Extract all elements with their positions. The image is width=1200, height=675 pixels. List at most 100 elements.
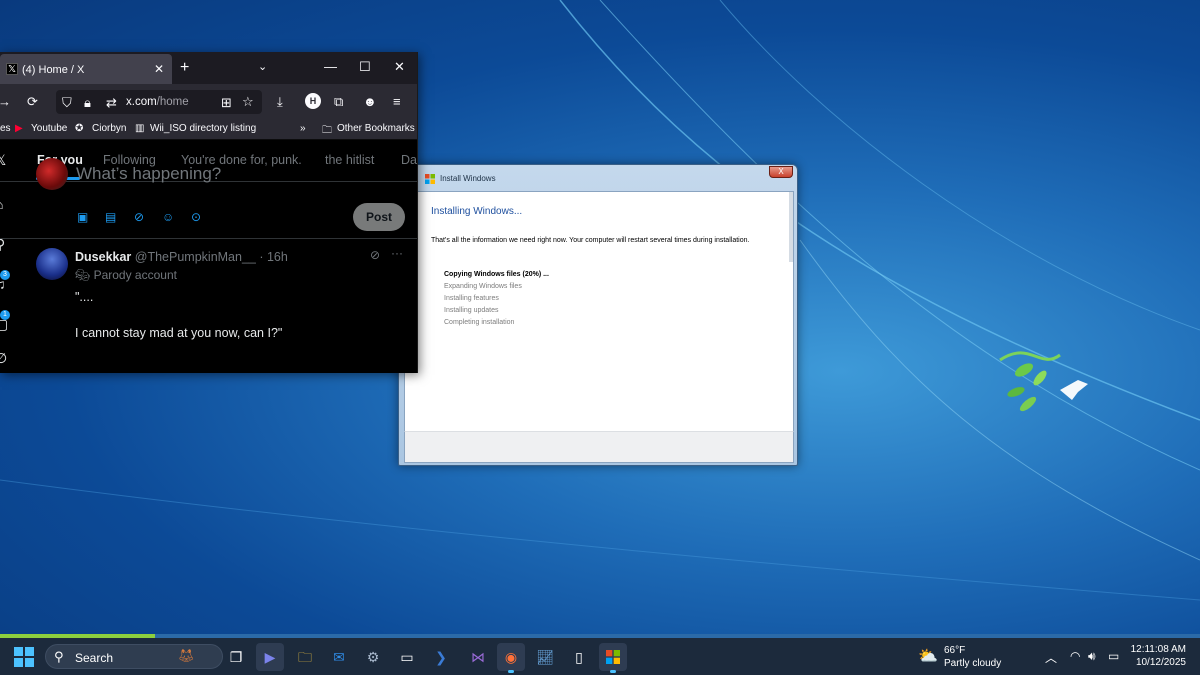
windows-setup-icon[interactable] — [599, 643, 627, 673]
post-button[interactable]: Post — [353, 203, 405, 231]
minimize-button[interactable]: — — [324, 59, 337, 74]
gif-icon[interactable]: ▤ — [105, 210, 116, 224]
install-windows-dialog: Install Windows X Installing Windows... … — [398, 164, 798, 466]
chevron-up-icon[interactable]: ︿ — [1045, 649, 1057, 666]
bookmark-star-icon[interactable]: ☆ — [242, 94, 254, 110]
x-logo-icon[interactable]: 𝕏 — [0, 152, 6, 169]
bookmark-ciorbyn[interactable]: Ciorbyn — [92, 123, 126, 134]
reload-icon[interactable]: ⟳ — [27, 94, 38, 110]
teams-icon[interactable]: ▶ — [256, 643, 284, 671]
weather-condition: Partly cloudy — [944, 658, 1002, 669]
new-tab-button[interactable]: + — [180, 59, 189, 77]
shield-icon[interactable]: ⛉ — [62, 95, 72, 111]
resource-monitor-icon[interactable]: 📈︎ — [531, 643, 559, 671]
maximize-button[interactable]: ☐ — [359, 59, 371, 75]
search-label: Search — [75, 651, 114, 665]
start-button[interactable] — [14, 647, 34, 667]
compose-input[interactable]: What’s happening? — [76, 164, 221, 184]
install-heading: Installing Windows... — [431, 206, 523, 217]
youtube-icon: ▶ — [15, 123, 23, 134]
search-highlight-icon: 🦊︎ — [178, 648, 195, 663]
extension-mascot-icon[interactable]: ☻ — [363, 94, 377, 109]
powershell-icon[interactable]: ❯ — [427, 643, 455, 671]
avatar[interactable] — [36, 248, 68, 280]
browser-tab-home[interactable]: 𝕏 (4) Home / X ✕ — [0, 54, 172, 84]
task-view-icon[interactable]: ❐ — [222, 643, 250, 671]
bookmark-item[interactable]: es — [0, 123, 11, 134]
bookmark-youtube[interactable]: Youtube — [31, 123, 67, 134]
bookmark-wii-iso[interactable]: Wii_ISO directory listing — [150, 123, 256, 134]
author-name[interactable]: Dusekkar — [75, 250, 131, 264]
author-handle[interactable]: @ThePumpkinMan__ · 16h — [135, 250, 288, 264]
install-app-icon[interactable]: ⊞ — [221, 95, 232, 111]
mask-icon: 🎭︎ — [75, 268, 91, 282]
grok-icon[interactable]: ∅ — [0, 350, 7, 367]
tab-bar[interactable]: 𝕏 (4) Home / X ✕ + ⌄ — ☐ ✕ — [0, 52, 417, 84]
partly-cloudy-icon: ⛅ — [918, 648, 938, 665]
install-step: Copying Windows files (20%) ... — [444, 271, 549, 278]
visual-studio-icon[interactable]: ⋈ — [464, 643, 492, 671]
lock-icon[interactable]: 🔒︎ — [84, 95, 91, 111]
menu-icon[interactable]: ≡ — [393, 94, 401, 109]
terminal-icon[interactable]: ▭ — [393, 643, 421, 671]
windows-flag-icon — [425, 174, 435, 184]
url-text[interactable]: x.com/home — [126, 96, 189, 108]
grok-icon[interactable]: ⊘ — [134, 210, 144, 224]
avatar[interactable] — [36, 158, 68, 190]
tweet-author[interactable]: Dusekkar @ThePumpkinMan__ · 16h — [75, 250, 288, 264]
dialog-content: Installing Windows... That's all the inf… — [404, 191, 794, 433]
install-description: That's all the information we need right… — [431, 237, 750, 244]
system-clock[interactable]: 12:11:08 AM 10/12/2025 — [1131, 643, 1186, 669]
scrollbar[interactable] — [789, 192, 793, 262]
downloads-icon[interactable]: ⤓ — [277, 94, 283, 110]
page-info-icon[interactable]: ⇄ — [106, 95, 117, 111]
weather-temperature: 66°F — [944, 645, 966, 656]
tab-close-icon[interactable]: ✕ — [154, 62, 164, 76]
divider — [0, 238, 417, 239]
dialog-title-bar[interactable]: Install Windows X — [399, 165, 797, 191]
more-options-icon[interactable]: ··· — [391, 246, 403, 260]
taskbar-search[interactable]: ⚲ Search 🦊︎ — [45, 644, 223, 669]
install-step: Installing features — [444, 295, 499, 302]
home-icon[interactable]: ⌂ — [0, 196, 3, 212]
settings-gear-icon[interactable]: ⚙ — [359, 643, 387, 671]
search-icon: ⚲ — [54, 649, 64, 664]
bookmarks-toolbar: es ▶ Youtube ✪ Ciorbyn ▥ Wii_ISO directo… — [0, 120, 417, 140]
file-explorer-icon[interactable]: 🗀 — [291, 643, 319, 671]
extension-h-icon[interactable]: H — [305, 93, 321, 109]
wifi-icon[interactable]: ◠ — [1070, 649, 1080, 663]
tab-list-da[interactable]: Da — [401, 153, 417, 167]
messages-icon[interactable]: ▢ — [0, 316, 8, 333]
tab-list-hitlist[interactable]: the hitlist — [325, 153, 374, 167]
list-all-tabs-icon[interactable]: ⌄ — [258, 60, 267, 73]
image-icon[interactable]: ▣ — [77, 210, 88, 224]
notepad-icon[interactable]: ▯ — [565, 643, 593, 671]
notifications-icon[interactable]: ♫ — [0, 276, 6, 292]
dialog-close-button[interactable]: X — [769, 166, 793, 178]
battery-icon[interactable]: ▭ — [1108, 649, 1119, 663]
firefox-window: 𝕏 (4) Home / X ✕ + ⌄ — ☐ ✕ → ⟳ ⛉ 🔒︎ ⇄ x.… — [0, 52, 418, 373]
clock-date: 10/12/2025 — [1135, 657, 1186, 668]
navigation-toolbar: → ⟳ ⛉ 🔒︎ ⇄ x.com/home ⊞ ☆ ⤓ H ⧉ ☻ ≡ — [0, 84, 417, 120]
bookmarks-overflow-icon[interactable]: » — [300, 123, 306, 134]
dialog-title: Install Windows — [440, 174, 496, 183]
x-logo-icon: 𝕏 — [6, 63, 18, 75]
location-icon[interactable]: ⊙ — [191, 210, 201, 224]
emoji-icon[interactable]: ☺ — [162, 210, 174, 224]
install-steps: Copying Windows files (20%) ... Expandin… — [444, 269, 549, 329]
bookmark-favicon-icon: ✪ — [75, 123, 84, 134]
close-window-button[interactable]: ✕ — [394, 59, 405, 75]
url-bar[interactable]: ⛉ 🔒︎ ⇄ x.com/home ⊞ — [56, 90, 262, 114]
forward-icon[interactable]: → — [0, 94, 11, 109]
extensions-icon[interactable]: ⧉ — [334, 94, 343, 110]
install-step: Installing updates — [444, 307, 499, 314]
volume-icon[interactable]: 🔊︎ — [1088, 649, 1096, 664]
tab-title: (4) Home / X — [22, 64, 85, 76]
outlook-icon[interactable]: ✉ — [325, 643, 353, 671]
firefox-icon[interactable]: ◉ — [497, 643, 525, 673]
folder-icon: 🗀 — [322, 125, 332, 136]
grok-icon[interactable]: ⊘ — [370, 248, 380, 262]
install-step: Expanding Windows files — [444, 283, 522, 290]
parody-label: 🎭︎ Parody account — [75, 268, 177, 282]
other-bookmarks[interactable]: Other Bookmarks — [337, 123, 415, 134]
